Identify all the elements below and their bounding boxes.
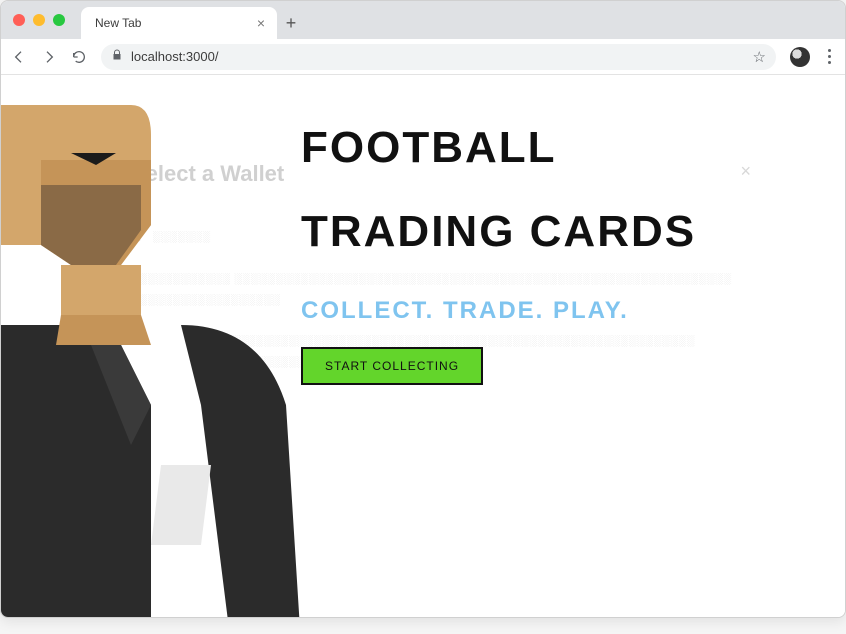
- lock-icon: [111, 49, 123, 64]
- hero-title-line1: FOOTBALL: [301, 125, 696, 171]
- hero-tagline: COLLECT. TRADE. PLAY.: [301, 297, 696, 325]
- address-bar[interactable]: localhost:3000/ ☆: [101, 44, 776, 70]
- maximize-window-icon[interactable]: [53, 14, 65, 26]
- bookmark-icon[interactable]: ☆: [753, 48, 766, 66]
- player-illustration: [1, 105, 301, 617]
- url-text: localhost:3000/: [131, 49, 745, 64]
- new-tab-button[interactable]: +: [277, 7, 305, 39]
- browser-tab[interactable]: New Tab ×: [81, 7, 277, 39]
- hero-title-line2: TRADING CARDS: [301, 209, 696, 255]
- tab-strip: New Tab × +: [1, 1, 845, 39]
- hero-copy: FOOTBALL TRADING CARDS COLLECT. TRADE. P…: [301, 125, 696, 385]
- minimize-window-icon[interactable]: [33, 14, 45, 26]
- tab-title: New Tab: [95, 16, 141, 30]
- window-controls: [13, 1, 81, 39]
- close-window-icon[interactable]: [13, 14, 25, 26]
- back-icon[interactable]: [11, 49, 27, 65]
- reload-icon[interactable]: [71, 49, 87, 65]
- browser-window: New Tab × + localhost:3000/ ☆ Select a W…: [0, 0, 846, 618]
- browser-toolbar: localhost:3000/ ☆: [1, 39, 845, 75]
- page-viewport: Select a Wallet × ▢ ░░░░░░░ ░░░░░░░░░░░░…: [1, 75, 845, 617]
- profile-avatar-icon[interactable]: [790, 47, 810, 67]
- close-icon: ×: [740, 161, 751, 182]
- close-tab-icon[interactable]: ×: [257, 16, 265, 30]
- start-collecting-button[interactable]: START COLLECTING: [301, 347, 483, 385]
- forward-icon[interactable]: [41, 49, 57, 65]
- kebab-menu-icon[interactable]: [824, 45, 835, 68]
